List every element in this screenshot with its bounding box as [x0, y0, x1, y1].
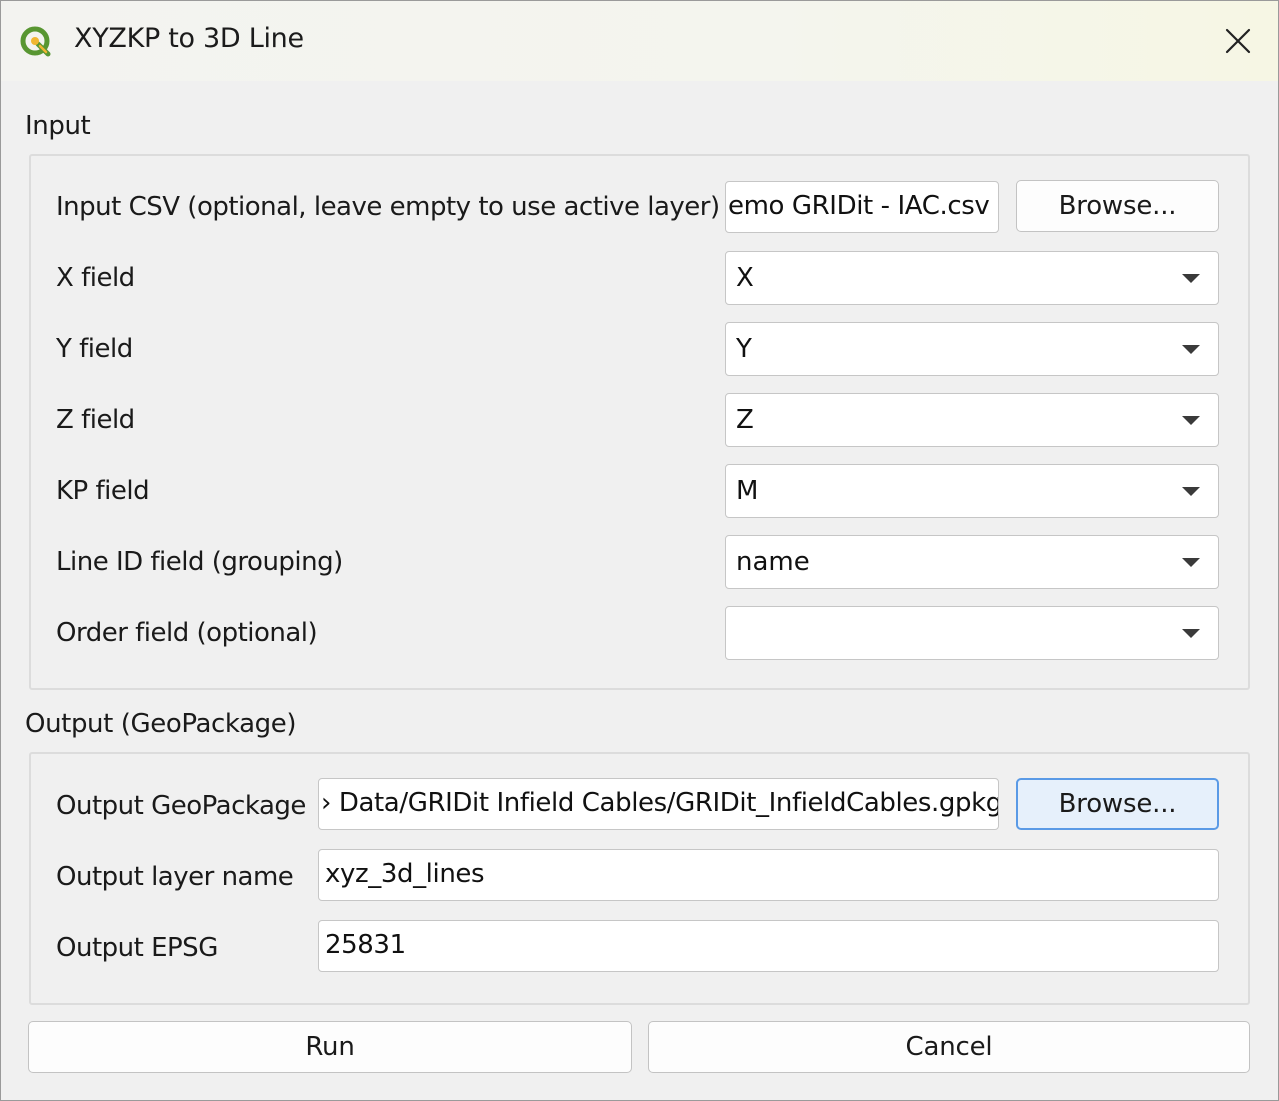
order-field-combo[interactable] — [725, 606, 1219, 660]
order-field-label: Order field (optional) — [56, 618, 318, 648]
chevron-down-icon — [1182, 487, 1200, 496]
chevron-down-icon — [1182, 345, 1200, 354]
output-layer-field[interactable]: xyz_3d_lines — [318, 849, 1219, 901]
input-csv-field[interactable]: emo GRIDit - IAC.csv — [725, 181, 999, 233]
cancel-button[interactable]: Cancel — [648, 1021, 1250, 1073]
chevron-down-icon — [1182, 629, 1200, 638]
input-browse-button[interactable]: Browse... — [1016, 180, 1219, 232]
close-icon — [1225, 28, 1251, 54]
output-epsg-field[interactable]: 25831 — [318, 920, 1219, 972]
input-csv-label: Input CSV (optional, leave empty to use … — [56, 192, 720, 222]
chevron-down-icon — [1182, 558, 1200, 567]
y-field-label: Y field — [56, 334, 133, 364]
output-browse-button[interactable]: Browse... — [1016, 778, 1219, 830]
chevron-down-icon — [1182, 416, 1200, 425]
kp-field-combo[interactable]: M — [725, 464, 1219, 518]
dialog-window: XYZKP to 3D Line Input Input CSV (option… — [0, 0, 1279, 1101]
chevron-down-icon — [1182, 274, 1200, 283]
output-gpkg-label: Output GeoPackage — [56, 791, 306, 821]
run-button[interactable]: Run — [28, 1021, 632, 1073]
output-gpkg-field[interactable]: › Data/GRIDit Infield Cables/GRIDit_Infi… — [318, 778, 999, 830]
z-field-label: Z field — [56, 405, 135, 435]
output-epsg-label: Output EPSG — [56, 933, 218, 963]
line-id-field-combo[interactable]: name — [725, 535, 1219, 589]
window-title: XYZKP to 3D Line — [74, 23, 304, 54]
y-field-combo[interactable]: Y — [725, 322, 1219, 376]
x-field-label: X field — [56, 263, 135, 293]
close-button[interactable] — [1198, 1, 1278, 81]
x-field-combo[interactable]: X — [725, 251, 1219, 305]
kp-field-label: KP field — [56, 476, 150, 506]
qgis-logo-icon — [20, 26, 51, 57]
title-bar: XYZKP to 3D Line — [1, 1, 1278, 81]
output-layer-label: Output layer name — [56, 862, 294, 892]
input-group-title: Input — [25, 111, 91, 141]
output-group-title: Output (GeoPackage) — [25, 709, 297, 739]
line-id-field-label: Line ID field (grouping) — [56, 547, 343, 577]
z-field-combo[interactable]: Z — [725, 393, 1219, 447]
